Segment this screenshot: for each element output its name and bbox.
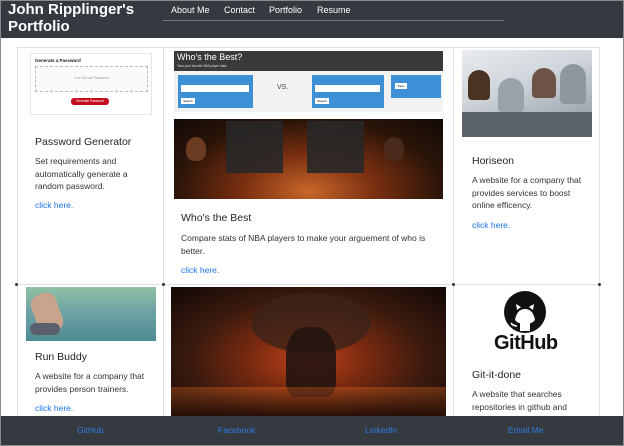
card-whos-the-best: Who's the Best? View your favorite NBA p… xyxy=(163,47,454,285)
nav-links: About Me Contact Portfolio Resume xyxy=(163,0,504,21)
card-text-line: random password. xyxy=(35,181,105,191)
pw-shot-box-text: Your Secure Password xyxy=(73,76,110,80)
wb-shot-header: Who's the Best? View your favorite NBA p… xyxy=(174,51,443,71)
card-text-line: provides services to boost xyxy=(472,187,571,198)
card-text-line: Set requirements and xyxy=(35,156,117,166)
nav-about-me[interactable]: About Me xyxy=(171,5,210,15)
person-silhouette xyxy=(498,78,524,112)
card-dragon-image xyxy=(163,284,454,416)
card-text-line: better. xyxy=(181,245,205,256)
pw-shot-box: Your Secure Password xyxy=(35,66,148,92)
runner-shoe xyxy=(30,323,60,335)
card-git-it-done: GitHub Git-it-done A website that search… xyxy=(453,284,600,416)
wb-shot-search: Search xyxy=(181,98,195,104)
pw-shot-button: Generate Password xyxy=(71,98,109,105)
password-generator-screenshot: Generate a Password Your Secure Password… xyxy=(30,53,152,115)
card-horiseon: Horiseon A website for a company that pr… xyxy=(453,47,600,285)
horiseon-team-image xyxy=(462,50,592,137)
card-text-line: repositories in github and xyxy=(472,401,567,412)
run-buddy-link[interactable]: click here. xyxy=(35,403,73,413)
card-title: Git-it-done xyxy=(472,369,522,381)
wb-shot-save: Save xyxy=(395,83,407,89)
card-text-line: provides person trainers. xyxy=(35,383,129,394)
grid-corner-dot xyxy=(452,283,455,286)
password-generator-link[interactable]: click here. xyxy=(35,200,73,210)
card-text-line: A website for a company that xyxy=(472,175,582,185)
stat-panel-left xyxy=(226,121,283,173)
grid-corner-dot xyxy=(15,283,18,286)
footer: GitHub Facebook LinkedIn Email Me xyxy=(0,416,624,446)
table-surface xyxy=(462,112,592,137)
person-silhouette xyxy=(532,68,556,98)
wb-shot-heading: Who's the Best? xyxy=(177,52,243,62)
nav-portfolio[interactable]: Portfolio xyxy=(269,5,302,15)
navbar: John Ripplinger's Portfolio About Me Con… xyxy=(0,0,624,38)
github-wordmark: GitHub xyxy=(494,332,558,354)
brand-line-1: John Ripplinger's xyxy=(8,1,135,18)
card-title: Run Buddy xyxy=(35,351,87,363)
wb-shot-input xyxy=(315,85,380,92)
card-title: Password Generator xyxy=(35,136,132,148)
nav-resume[interactable]: Resume xyxy=(317,5,351,15)
footer-email-link[interactable]: Email Me xyxy=(508,425,543,435)
wb-shot-sub: View your favorite NBA player stats xyxy=(177,64,227,68)
horiseon-link[interactable]: click here. xyxy=(472,220,510,230)
portfolio-grid: Generate a Password Your Secure Password… xyxy=(0,38,624,416)
card-title: Who's the Best xyxy=(181,212,252,224)
whos-the-best-link[interactable]: click here. xyxy=(181,265,219,275)
footer-github-link[interactable]: GitHub xyxy=(77,425,103,435)
footer-linkedin-link[interactable]: LinkedIn xyxy=(365,425,397,435)
wb-shot-search: Search xyxy=(315,98,329,104)
player-photo-left xyxy=(186,137,206,161)
wb-shot-save-panel: Save xyxy=(391,75,441,98)
card-text: A website for a company that provides pe… xyxy=(35,370,144,395)
grid-corner-dot xyxy=(162,283,165,286)
lava-ground xyxy=(171,387,446,416)
wb-shot-input xyxy=(181,85,249,92)
card-title: Horiseon xyxy=(472,155,515,167)
card-text: Set requirements and automatically gener… xyxy=(35,155,128,193)
stat-panel-right xyxy=(307,121,364,173)
pw-shot-heading: Generate a Password xyxy=(35,58,81,63)
run-buddy-image xyxy=(26,287,156,341)
wb-shot-right-panel: Search xyxy=(312,75,384,108)
person-silhouette xyxy=(560,64,586,104)
card-text-line: automatically generate a xyxy=(35,168,128,179)
grid-corner-dot xyxy=(598,283,601,286)
card-run-buddy: Run Buddy A website for a company that p… xyxy=(17,284,164,416)
card-text: Compare stats of NBA players to make you… xyxy=(181,232,425,257)
wb-shot-vs: VS. xyxy=(277,84,289,91)
brand[interactable]: John Ripplinger's Portfolio xyxy=(8,1,134,35)
card-password-generator: Generate a Password Your Secure Password… xyxy=(17,47,164,285)
footer-facebook-link[interactable]: Facebook xyxy=(218,425,255,435)
nba-arena-image xyxy=(174,119,443,199)
whos-best-screenshot-top: Who's the Best? View your favorite NBA p… xyxy=(174,51,443,112)
card-text-line: A website for a company that xyxy=(35,371,145,381)
brand-line-2: Portfolio xyxy=(8,18,70,35)
player-photo-right xyxy=(384,137,404,161)
card-text-line: online efficency. xyxy=(472,200,533,210)
dragon-artwork-image xyxy=(171,287,446,416)
card-text: A website for a company that provides se… xyxy=(472,174,581,212)
nav-contact[interactable]: Contact xyxy=(224,5,255,15)
card-text: A website that searches repositories in … xyxy=(472,388,567,413)
wb-shot-left-panel: Search xyxy=(178,75,253,108)
person-silhouette xyxy=(468,70,490,100)
card-text-line: Compare stats of NBA players to make you… xyxy=(181,233,426,243)
card-text-line: A website that searches xyxy=(472,389,562,399)
